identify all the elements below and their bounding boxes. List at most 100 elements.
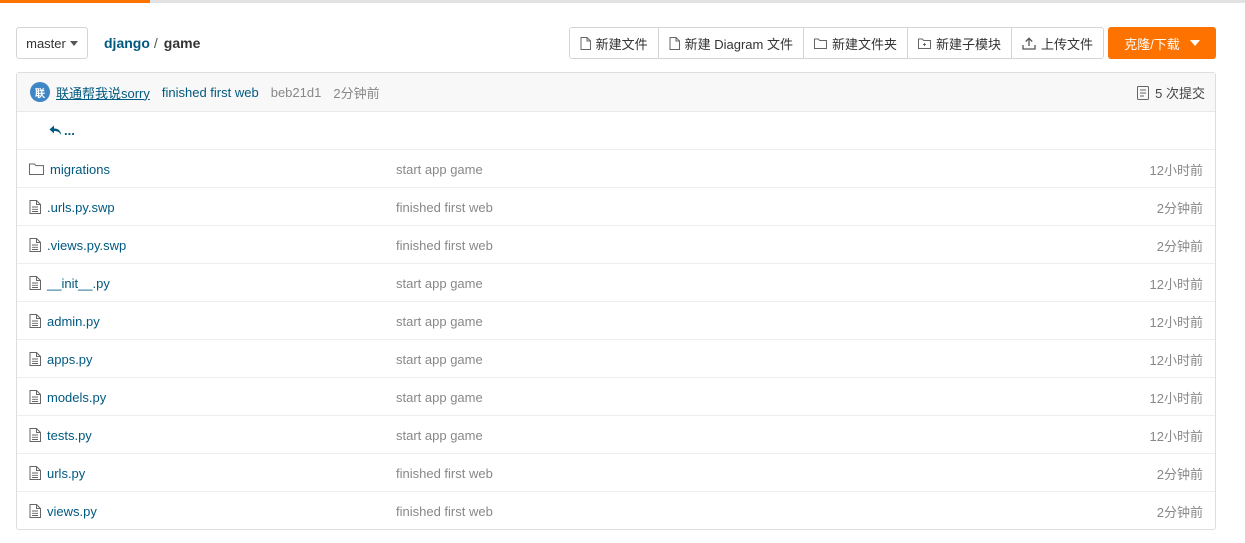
table-row: admin.py start app game 12小时前 bbox=[17, 302, 1215, 340]
file-icon bbox=[29, 466, 41, 480]
file-commit-time: 12小时前 bbox=[1149, 352, 1203, 368]
branch-select[interactable]: master bbox=[16, 27, 88, 59]
file-commit-time: 2分钟前 bbox=[1156, 504, 1203, 520]
file-name: apps.py bbox=[47, 351, 93, 367]
file-name-link[interactable]: apps.py bbox=[29, 340, 93, 378]
caret-down-icon bbox=[1189, 40, 1200, 46]
breadcrumb-separator: / bbox=[153, 35, 158, 51]
file-commit-message-link[interactable]: start app game bbox=[396, 264, 483, 302]
file-name-link[interactable]: models.py bbox=[29, 378, 106, 416]
new-folder-button[interactable]: 新建文件夹 bbox=[802, 28, 907, 58]
breadcrumb-current: game bbox=[163, 35, 201, 51]
top-tab-underline bbox=[0, 0, 1245, 3]
clone-download-button[interactable]: 克隆/下载 bbox=[1108, 27, 1216, 59]
file-commit-time: 12小时前 bbox=[1149, 314, 1203, 330]
file-icon bbox=[29, 276, 41, 290]
file-commit-time: 12小时前 bbox=[1149, 162, 1203, 178]
table-row: __init__.py start app game 12小时前 bbox=[17, 264, 1215, 302]
file-icon bbox=[29, 504, 41, 518]
file-name: tests.py bbox=[47, 427, 92, 443]
commit-sha-link[interactable]: beb21d1 bbox=[271, 85, 322, 100]
file-name: urls.py bbox=[47, 465, 86, 481]
table-row: migrations start app game 12小时前 bbox=[17, 150, 1215, 188]
file-name: views.py bbox=[47, 503, 97, 519]
new-file-button[interactable]: 新建文件 bbox=[569, 28, 658, 58]
file-name-link[interactable]: .views.py.swp bbox=[29, 226, 126, 264]
file-icon bbox=[29, 238, 41, 252]
commit-message-link[interactable]: finished first web bbox=[162, 85, 259, 100]
file-actions-group: 新建文件 新建 Diagram 文件 新建文件夹 新建子模块 上传文件 bbox=[568, 27, 1104, 59]
file-name-link[interactable]: admin.py bbox=[29, 302, 100, 340]
table-row: apps.py start app game 12小时前 bbox=[17, 340, 1215, 378]
file-commit-time: 12小时前 bbox=[1149, 428, 1203, 444]
table-row: urls.py finished first web 2分钟前 bbox=[17, 454, 1215, 492]
folder-icon bbox=[813, 38, 827, 49]
file-commit-time: 2分钟前 bbox=[1156, 466, 1203, 482]
new-diagram-button[interactable]: 新建 Diagram 文件 bbox=[657, 28, 803, 58]
file-commit-time: 12小时前 bbox=[1149, 390, 1203, 406]
new-submodule-label: 新建子模块 bbox=[935, 36, 1001, 52]
breadcrumb-repo-link[interactable]: django bbox=[104, 35, 150, 51]
commit-count-link[interactable]: 5 次提交 bbox=[1137, 73, 1205, 112]
parent-directory-row: ... bbox=[17, 112, 1215, 150]
file-commit-message-link[interactable]: start app game bbox=[396, 378, 483, 416]
new-submodule-button[interactable]: 新建子模块 bbox=[906, 28, 1011, 58]
file-commit-message-link[interactable]: start app game bbox=[396, 340, 483, 378]
caret-down-icon bbox=[69, 40, 78, 46]
file-name: models.py bbox=[47, 389, 107, 405]
file-commit-message-link[interactable]: finished first web bbox=[396, 188, 493, 226]
file-commit-time: 2分钟前 bbox=[1156, 238, 1203, 254]
file-icon bbox=[29, 314, 41, 328]
new-diagram-label: 新建 Diagram 文件 bbox=[684, 36, 793, 52]
file-commit-message-link[interactable]: start app game bbox=[396, 416, 483, 454]
file-commit-time: 2分钟前 bbox=[1156, 200, 1203, 216]
table-row: tests.py start app game 12小时前 bbox=[17, 416, 1215, 454]
file-icon bbox=[580, 36, 591, 50]
commit-author-link[interactable]: 联通帮我说sorry bbox=[56, 83, 150, 102]
table-row: .urls.py.swp finished first web 2分钟前 bbox=[17, 188, 1215, 226]
file-name-link[interactable]: migrations bbox=[29, 150, 110, 188]
submodule-folder-icon bbox=[917, 38, 931, 49]
file-commit-message-link[interactable]: finished first web bbox=[396, 226, 493, 264]
commits-icon bbox=[1137, 85, 1150, 100]
commit-time: 2分钟前 bbox=[333, 85, 380, 101]
table-row: .views.py.swp finished first web 2分钟前 bbox=[17, 226, 1215, 264]
avatar[interactable]: 联 bbox=[30, 82, 50, 102]
file-name: __init__.py bbox=[47, 275, 110, 291]
file-icon bbox=[29, 352, 41, 366]
file-name: migrations bbox=[50, 161, 110, 177]
folder-icon bbox=[29, 163, 44, 175]
branch-name: master bbox=[26, 35, 66, 51]
latest-commit-bar: 联 联通帮我说sorry finished first web beb21d1 … bbox=[17, 73, 1215, 112]
reply-arrow-icon bbox=[49, 125, 61, 135]
file-name: .urls.py.swp bbox=[47, 199, 115, 215]
file-icon bbox=[669, 36, 680, 50]
repo-toolbar: master django / game 新建文件 新建 Diagram 文件 … bbox=[16, 27, 1216, 59]
file-commit-message-link[interactable]: start app game bbox=[396, 150, 483, 188]
table-row: models.py start app game 12小时前 bbox=[17, 378, 1215, 416]
file-icon bbox=[29, 200, 41, 214]
file-name-link[interactable]: __init__.py bbox=[29, 264, 110, 302]
file-icon bbox=[29, 428, 41, 442]
upload-file-button[interactable]: 上传文件 bbox=[1010, 28, 1103, 58]
parent-directory-label: ... bbox=[64, 123, 75, 138]
new-file-label: 新建文件 bbox=[595, 36, 648, 52]
clone-download-label: 克隆/下载 bbox=[1124, 36, 1180, 52]
file-name-link[interactable]: views.py bbox=[29, 492, 97, 530]
active-tab-indicator bbox=[0, 0, 150, 3]
breadcrumb: django / game bbox=[104, 27, 200, 59]
file-name: admin.py bbox=[47, 313, 100, 329]
upload-file-label: 上传文件 bbox=[1040, 36, 1093, 52]
commit-count-label: 5 次提交 bbox=[1155, 86, 1205, 101]
file-name-link[interactable]: tests.py bbox=[29, 416, 92, 454]
file-commit-message-link[interactable]: finished first web bbox=[396, 492, 493, 530]
parent-directory-link[interactable]: ... bbox=[49, 123, 75, 138]
file-list: migrations start app game 12小时前 .urls.py.sw… bbox=[17, 150, 1215, 530]
file-icon bbox=[29, 390, 41, 404]
file-commit-message-link[interactable]: start app game bbox=[396, 302, 483, 340]
new-folder-label: 新建文件夹 bbox=[831, 36, 897, 52]
file-name-link[interactable]: .urls.py.swp bbox=[29, 188, 115, 226]
file-name: .views.py.swp bbox=[47, 237, 127, 253]
file-commit-message-link[interactable]: finished first web bbox=[396, 454, 493, 492]
file-name-link[interactable]: urls.py bbox=[29, 454, 85, 492]
